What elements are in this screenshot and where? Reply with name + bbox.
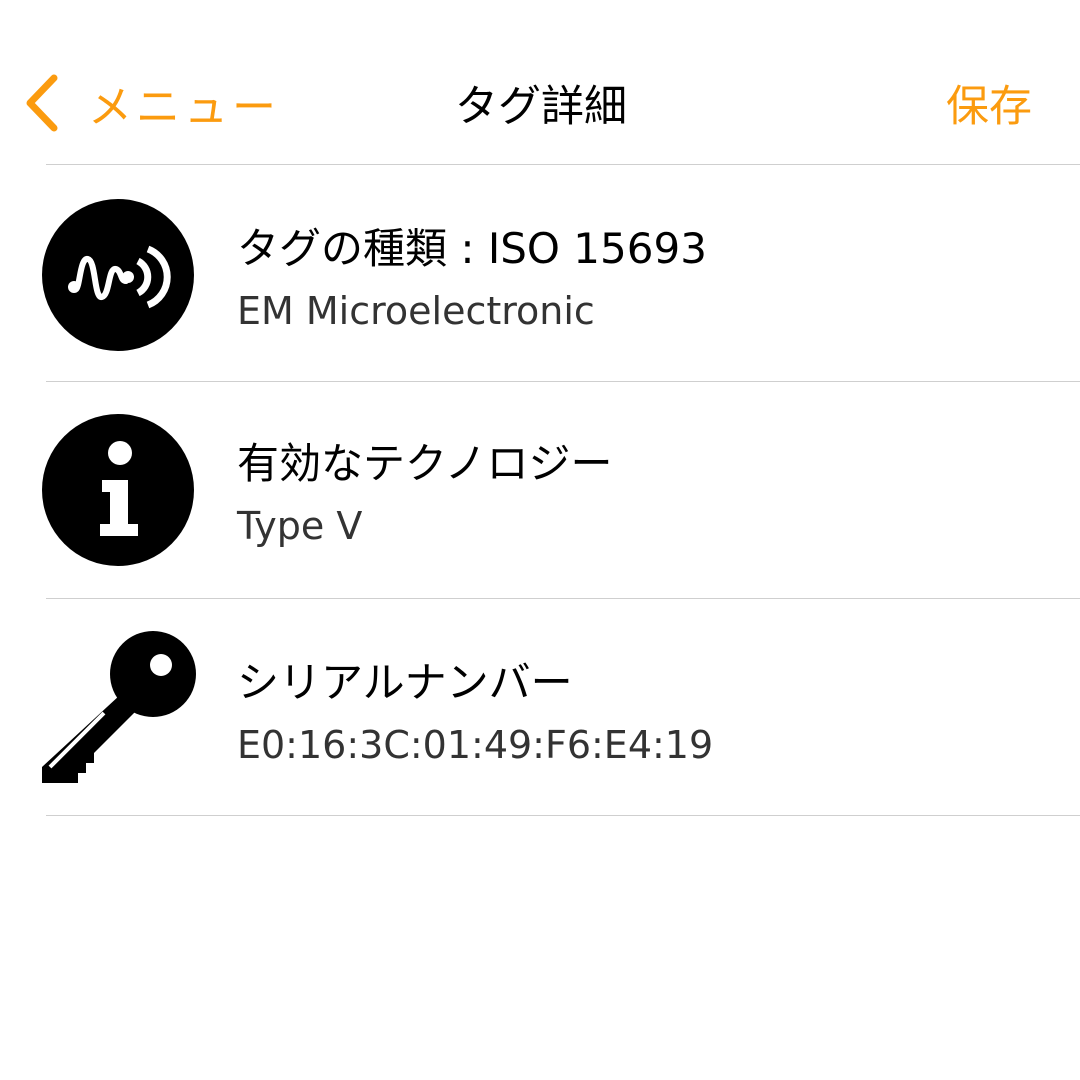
row-title: シリアルナンバー [237, 658, 573, 707]
list-item-serial-number: シリアルナンバー E0:16:3C:01:49:F6:E4:19 [0, 599, 1080, 815]
row-subtitle: E0:16:3C:01:49:F6:E4:19 [237, 723, 714, 767]
navigation-bar: メニュー タグ詳細 保存 [0, 0, 1080, 165]
row-subtitle: EM Microelectronic [237, 289, 595, 333]
page-title: タグ詳細 [455, 82, 627, 132]
divider [46, 815, 1080, 816]
nfc-waveform-icon [42, 199, 194, 351]
row-title: 有効なテクノロジー [237, 439, 613, 488]
row-subtitle: Type V [237, 504, 363, 548]
list-item-technology: 有効なテクノロジー Type V [0, 382, 1080, 598]
list-item-tag-type: タグの種類 : ISO 15693 EM Microelectronic [0, 165, 1080, 381]
key-icon [42, 631, 196, 783]
row-title: タグの種類 : ISO 15693 [237, 224, 707, 273]
info-icon [42, 414, 194, 566]
save-button[interactable]: 保存 [946, 72, 1032, 134]
